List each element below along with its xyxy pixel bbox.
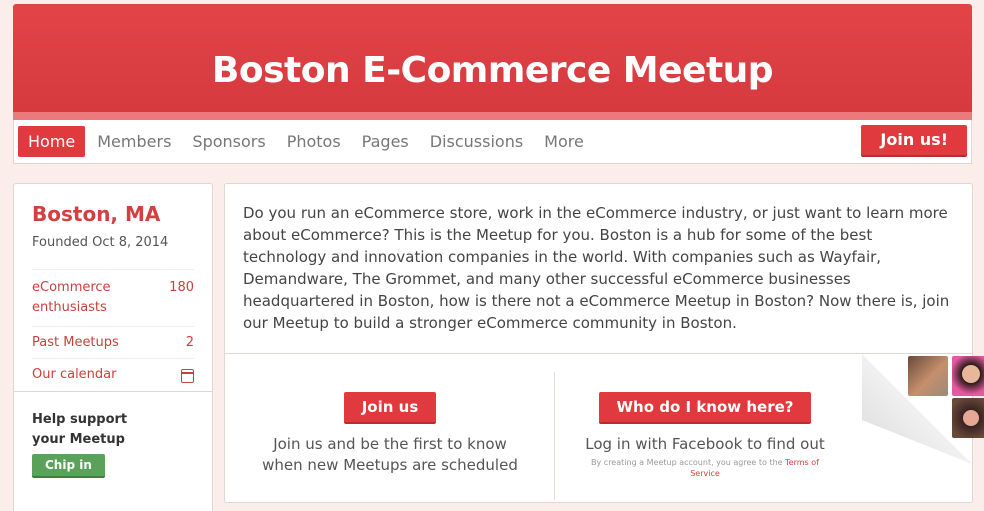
main-panel: Do you run an eCommerce store, work in t…	[224, 183, 984, 503]
terms-note: By creating a Meetup account, you agree …	[555, 457, 855, 479]
group-description: Do you run an eCommerce store, work in t…	[225, 184, 972, 354]
past-meetups-label: Past Meetups	[32, 335, 119, 350]
member-avatar[interactable]	[952, 398, 984, 438]
member-photos	[862, 354, 984, 464]
cta-area: Join us Join us and be the first to know…	[225, 354, 984, 502]
sidebar: Boston, MA Founded Oct 8, 2014 eCommerce…	[13, 183, 213, 511]
support-section: Help support your Meetup Chip in	[14, 391, 212, 478]
chip-in-button[interactable]: Chip in	[32, 454, 105, 478]
nav-bar: Home Members Sponsors Photos Pages Discu…	[13, 120, 972, 164]
sidebar-list: eCommerce enthusiasts 180 Past Meetups 2…	[32, 269, 194, 391]
support-text: Help support your Meetup	[32, 412, 128, 447]
sidebar-item-members[interactable]: eCommerce enthusiasts 180	[32, 269, 194, 326]
nav-discussions[interactable]: Discussions	[430, 126, 523, 157]
sidebar-item-calendar[interactable]: Our calendar	[32, 358, 194, 391]
nav-sponsors[interactable]: Sponsors	[192, 126, 265, 157]
nav-more[interactable]: More	[544, 126, 584, 157]
join-cta-text: Join us and be the first to know when ne…	[262, 435, 518, 474]
join-cta: Join us Join us and be the first to know…	[225, 392, 555, 476]
facebook-cta-text: Log in with Facebook to find out	[585, 435, 825, 453]
group-title: Boston E-Commerce Meetup	[211, 49, 774, 91]
sidebar-item-past-meetups[interactable]: Past Meetups 2	[32, 326, 194, 358]
join-us-cta-button[interactable]: Join us	[343, 392, 437, 424]
member-avatar[interactable]	[952, 356, 984, 396]
member-avatar[interactable]	[908, 356, 948, 396]
city-name: Boston, MA	[32, 202, 161, 226]
terms-text: By creating a Meetup account, you agree …	[591, 458, 783, 467]
nav-photos[interactable]: Photos	[287, 126, 341, 157]
members-count: 180	[169, 280, 194, 295]
nav-pages[interactable]: Pages	[362, 126, 409, 157]
who-do-i-know-button[interactable]: Who do I know here?	[598, 392, 812, 424]
members-label: eCommerce enthusiasts	[32, 280, 111, 315]
facebook-cta: Who do I know here? Log in with Facebook…	[555, 392, 855, 479]
header-banner: Boston E-Commerce Meetup	[13, 4, 972, 120]
nav-members[interactable]: Members	[97, 126, 171, 157]
calendar-label: Our calendar	[32, 367, 117, 382]
calendar-icon	[181, 369, 194, 383]
nav-home[interactable]: Home	[18, 126, 86, 157]
join-us-button[interactable]: Join us!	[861, 125, 967, 157]
founded-date: Founded Oct 8, 2014	[32, 235, 169, 250]
past-meetups-count: 2	[185, 335, 194, 350]
